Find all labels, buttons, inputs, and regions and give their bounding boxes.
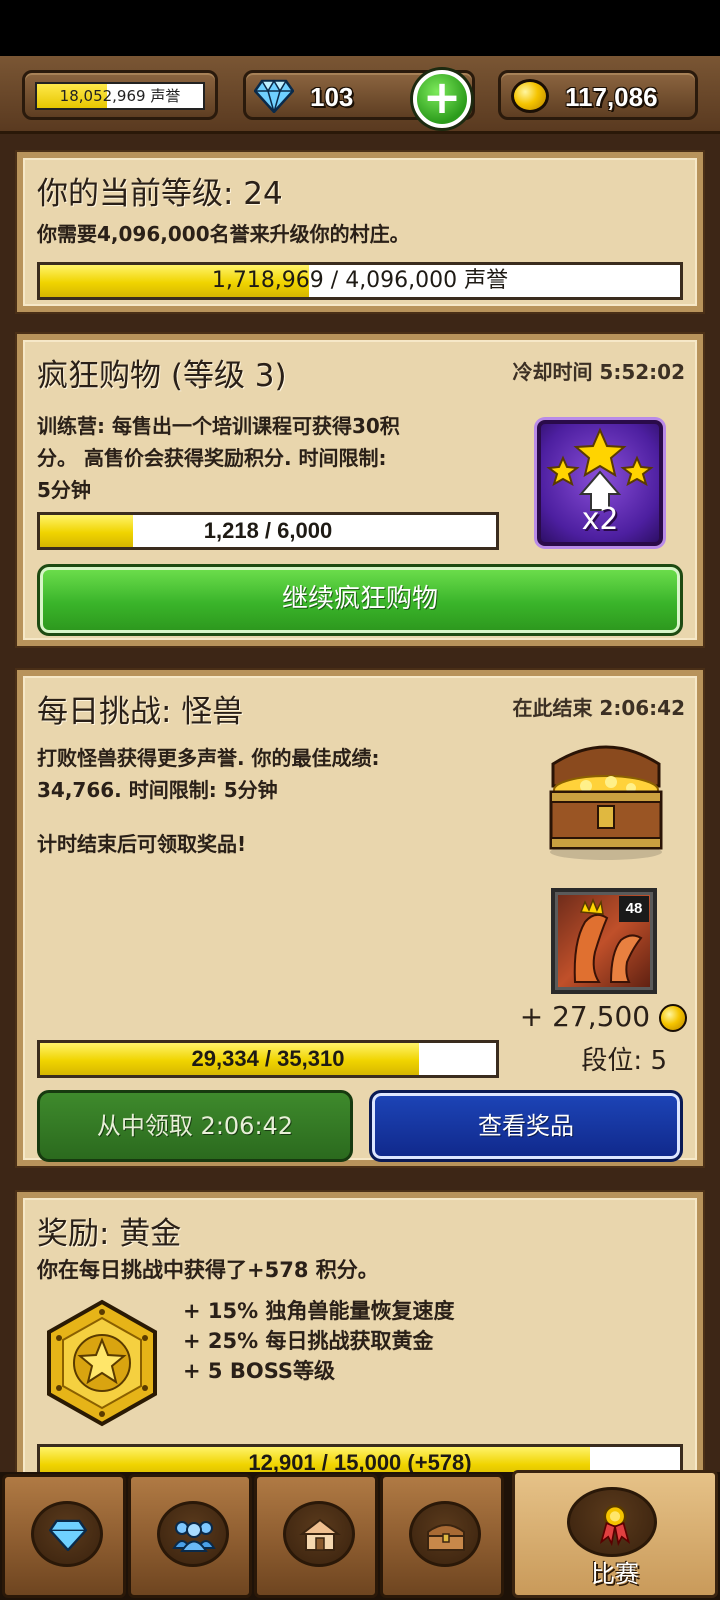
level-progress-bar: 1,718,969 / 4,096,000 声誉 [37, 262, 683, 300]
shopping-title: 疯狂购物 (等级 3) [37, 358, 287, 394]
fame-text: 18,052,969 声誉 [59, 87, 181, 105]
coin-icon [659, 1004, 687, 1032]
shopping-cooldown: 冷却时间 5:52:02 [512, 360, 685, 384]
status-bar [0, 0, 720, 56]
shopping-description-3: 5分钟 [37, 478, 91, 502]
medal-icon [599, 1504, 631, 1546]
gem-count: 103 [310, 82, 354, 112]
nav-tab-social[interactable] [128, 1474, 252, 1598]
reward-amount: + 27,500 [519, 1000, 651, 1033]
nav-tab-competition[interactable]: 比赛 [512, 1470, 718, 1598]
shopping-progress-text: 1,218 / 6,000 [203, 518, 333, 543]
boost-label: x2 [581, 502, 619, 537]
reward-description: 你在每日挑战中获得了+578 积分。 [37, 1258, 379, 1282]
chest-icon [427, 1524, 465, 1551]
continue-shopping-button[interactable]: 继续疯狂购物 [37, 564, 683, 636]
plus-icon: + [422, 70, 462, 124]
shopping-description-2: 分。 高售价会获得奖励积分. 时间限制: [37, 446, 387, 470]
nav-label-competition: 比赛 [591, 1560, 639, 1588]
nav-icon-holder [567, 1487, 657, 1557]
challenge-progress-text: 29,334 / 35,310 [191, 1046, 345, 1071]
challenge-progress-bar: 29,334 / 35,310 [37, 1040, 499, 1078]
shopping-progress-bar: 1,218 / 6,000 [37, 512, 499, 550]
bonus-item: + 25% 每日挑战获取黄金 [183, 1329, 434, 1353]
diamond-icon [254, 79, 294, 113]
level-progress-text: 1,718,969 / 4,096,000 声誉 [211, 268, 509, 293]
nav-icon-holder [157, 1501, 229, 1567]
level-description: 你需要4,096,000名誉来升级你的村庄。 [37, 222, 410, 246]
level-title: 你的当前等级: 24 [37, 176, 283, 212]
coin-icon [511, 79, 549, 113]
daily-challenge-panel: 每日挑战: 怪兽 在此结束 2:06:42 打败怪兽获得更多声誉. 你的最佳成绩… [17, 670, 703, 1166]
claim-reward-button[interactable]: 从中领取 2:06:42 [37, 1090, 353, 1162]
challenge-ends: 在此结束 2:06:42 [512, 696, 685, 720]
gold-counter[interactable]: 117,086 [498, 70, 698, 120]
challenge-description-2: 34,766. 时间限制: 5分钟 [37, 778, 278, 802]
gold-count: 117,086 [565, 82, 658, 112]
treasure-chest-icon [549, 745, 663, 860]
reward-title: 奖励: 黄金 [37, 1216, 182, 1252]
diamond-icon [49, 1519, 87, 1551]
village-icon [299, 1518, 341, 1551]
reward-panel: 奖励: 黄金 你在每日挑战中获得了+578 积分。 + 15% 独角兽能量恢复速… [17, 1192, 703, 1492]
challenge-note: 计时结束后可领取奖品! [37, 832, 247, 856]
nav-tab-gems[interactable] [2, 1474, 126, 1598]
level-panel: 你的当前等级: 24 你需要4,096,000名誉来升级你的村庄。 1,718,… [17, 152, 703, 312]
challenge-title: 每日挑战: 怪兽 [37, 694, 244, 730]
nav-icon-holder [409, 1501, 481, 1567]
gold-medal-icon [47, 1299, 157, 1427]
monster-level-badge: 48 [619, 896, 649, 922]
nav-icon-holder [283, 1501, 355, 1567]
bonus-list: + 15% 独角兽能量恢复速度 + 25% 每日挑战获取黄金 + 5 BOSS等… [183, 1296, 454, 1386]
resource-bar: 18,052,969 声誉 103 117,086 [0, 56, 720, 134]
reward-gold: + 27,500 [520, 1000, 687, 1033]
challenge-rank: 段位: 5 [581, 1046, 667, 1076]
boost-icon[interactable]: x2 [537, 420, 663, 546]
challenge-description-1: 打败怪兽获得更多声誉. 你的最佳成绩: [37, 746, 380, 770]
fame-progress-bar: 18,052,969 声誉 [35, 82, 205, 110]
add-gems-button[interactable]: + [413, 70, 471, 128]
nav-tab-village[interactable] [254, 1474, 378, 1598]
nav-tab-chest[interactable] [380, 1474, 504, 1598]
monster-card[interactable]: 48 [551, 888, 657, 994]
view-prizes-button[interactable]: 查看奖品 [369, 1090, 683, 1162]
bonus-item: + 15% 独角兽能量恢复速度 [183, 1299, 455, 1323]
shopping-frenzy-panel: 疯狂购物 (等级 3) 冷却时间 5:52:02 训练营: 每售出一个培训课程可… [17, 334, 703, 646]
people-icon [172, 1521, 216, 1552]
nav-icon-holder [31, 1501, 103, 1567]
bottom-nav: 比赛 [0, 1470, 720, 1600]
shopping-description-1: 训练营: 每售出一个培训课程可获得30积 [37, 414, 400, 438]
fame-counter[interactable]: 18,052,969 声誉 [22, 70, 218, 120]
bonus-item: + 5 BOSS等级 [183, 1359, 335, 1383]
